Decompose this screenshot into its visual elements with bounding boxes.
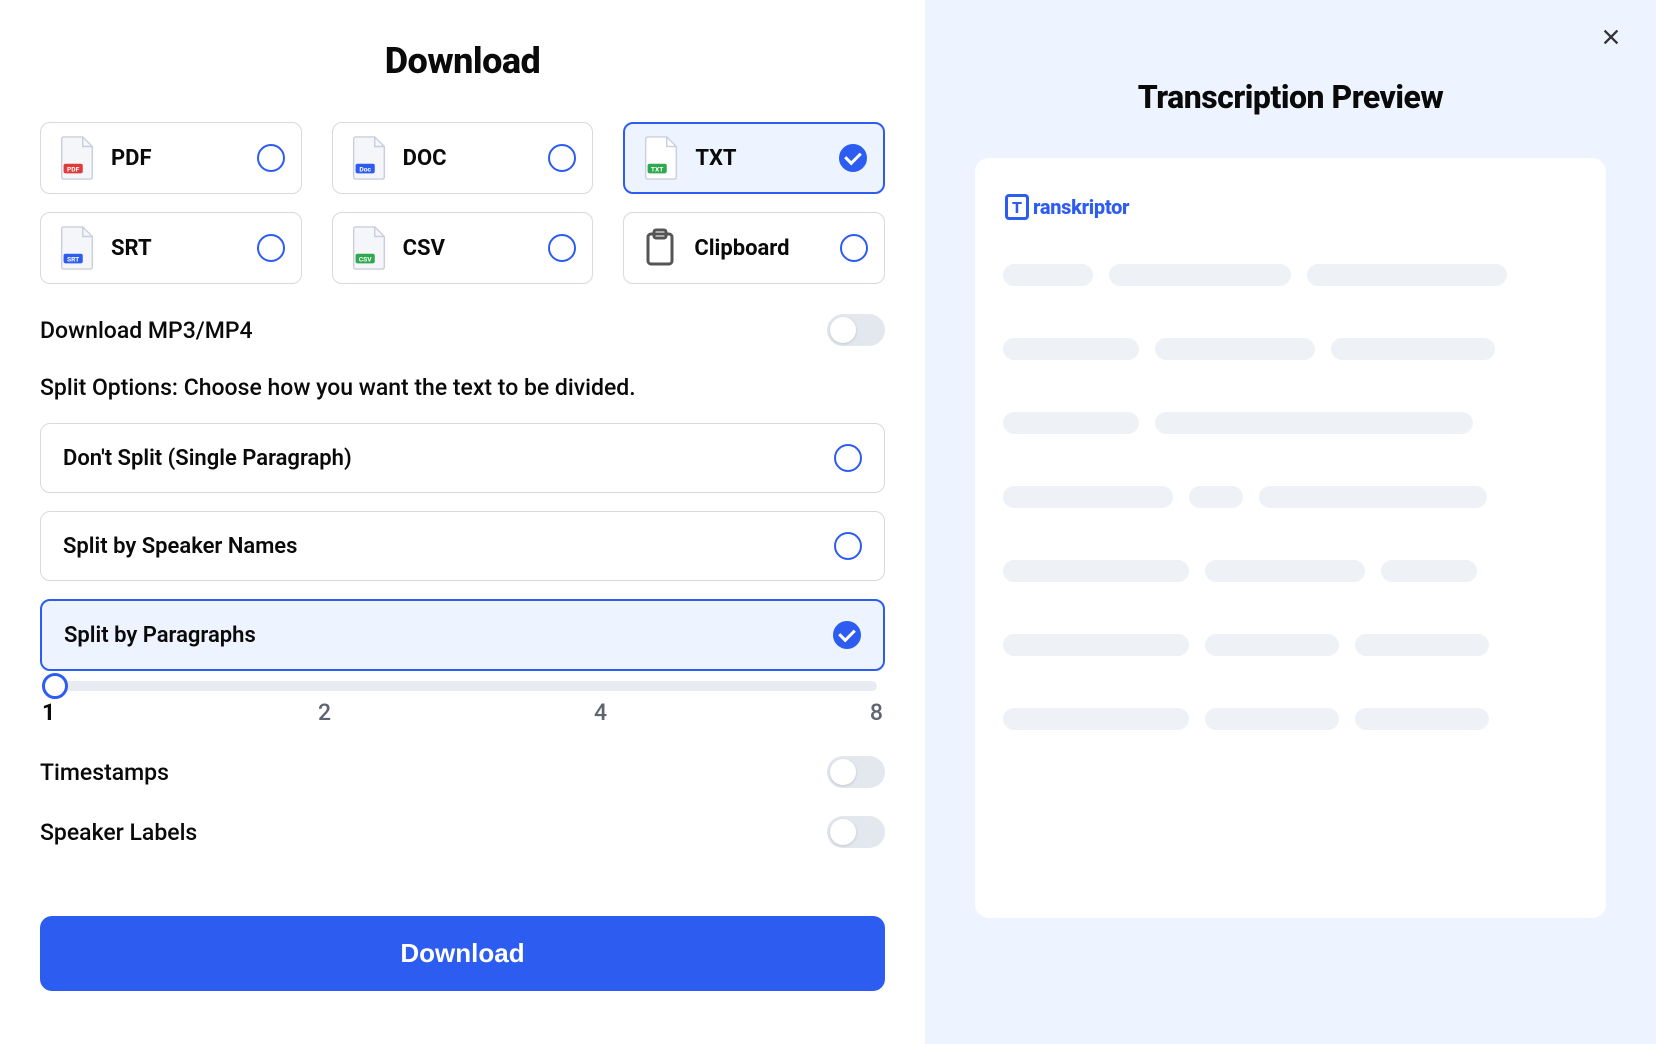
page-title: Download (40, 40, 885, 82)
skeleton-bar (1109, 264, 1291, 286)
svg-text:TXT: TXT (651, 165, 664, 173)
split-option-single[interactable]: Don't Split (Single Paragraph) (40, 423, 885, 493)
skeleton-row (1003, 486, 1578, 508)
skeleton-bar (1155, 412, 1473, 434)
skeleton-bar (1331, 338, 1495, 360)
format-grid: PDF PDF Doc DOC TXT TXT SRT SRT (40, 122, 885, 284)
skeleton-bar (1189, 486, 1243, 508)
skeleton-bar (1003, 264, 1093, 286)
preview-panel: Transcription Preview T ranskriptor (925, 0, 1656, 1044)
download-media-toggle[interactable] (827, 314, 885, 346)
skeleton-preview (1003, 264, 1578, 730)
speaker-labels-row: Speaker Labels (40, 816, 885, 848)
paragraph-slider: 1 2 4 8 (40, 681, 885, 726)
split-option-paragraphs[interactable]: Split by Paragraphs (40, 599, 885, 671)
skeleton-row (1003, 560, 1578, 582)
download-panel: Download PDF PDF Doc DOC TXT TXT (0, 0, 925, 1044)
timestamps-label: Timestamps (40, 759, 169, 786)
skeleton-bar (1381, 560, 1477, 582)
radio-unchecked-icon (834, 532, 862, 560)
svg-text:PDF: PDF (67, 165, 80, 173)
radio-unchecked-icon (548, 144, 576, 172)
skeleton-bar (1003, 708, 1189, 730)
svg-text:Doc: Doc (359, 165, 371, 173)
split-label: Don't Split (Single Paragraph) (63, 446, 352, 471)
format-option-pdf[interactable]: PDF PDF (40, 122, 302, 194)
radio-unchecked-icon (548, 234, 576, 262)
format-label: Clipboard (694, 236, 826, 261)
svg-text:CSV: CSV (358, 255, 371, 263)
skeleton-row (1003, 264, 1578, 286)
skeleton-bar (1205, 634, 1339, 656)
skeleton-bar (1003, 486, 1173, 508)
format-option-csv[interactable]: CSV CSV (332, 212, 594, 284)
split-option-speaker[interactable]: Split by Speaker Names (40, 511, 885, 581)
close-icon (1600, 26, 1622, 52)
brand-initial: T (1005, 194, 1029, 220)
slider-ticks: 1 2 4 8 (40, 699, 885, 726)
speaker-labels-toggle[interactable] (827, 816, 885, 848)
skeleton-bar (1307, 264, 1507, 286)
format-option-doc[interactable]: Doc DOC (332, 122, 594, 194)
split-label: Split by Speaker Names (63, 534, 297, 559)
slider-handle[interactable] (42, 673, 68, 699)
skeleton-bar (1003, 338, 1139, 360)
skeleton-bar (1205, 560, 1365, 582)
radio-unchecked-icon (834, 444, 862, 472)
brand-logo: T ranskriptor (1005, 194, 1578, 220)
radio-checked-icon (833, 621, 861, 649)
download-media-label: Download MP3/MP4 (40, 317, 253, 344)
skeleton-bar (1355, 634, 1489, 656)
skeleton-bar (1205, 708, 1339, 730)
skeleton-bar (1003, 412, 1139, 434)
brand-text: ranskriptor (1033, 195, 1129, 219)
skeleton-bar (1003, 560, 1189, 582)
format-option-clipboard[interactable]: Clipboard (623, 212, 885, 284)
timestamps-toggle[interactable] (827, 756, 885, 788)
split-heading: Split Options: Choose how you want the t… (40, 374, 885, 401)
skeleton-row (1003, 338, 1578, 360)
slider-track[interactable] (48, 681, 877, 691)
file-srt-icon: SRT (57, 225, 97, 271)
radio-unchecked-icon (257, 234, 285, 262)
format-label: TXT (695, 146, 825, 171)
skeleton-bar (1355, 708, 1489, 730)
skeleton-bar (1155, 338, 1315, 360)
format-label: SRT (111, 236, 243, 261)
download-button[interactable]: Download (40, 916, 885, 991)
file-pdf-icon: PDF (57, 135, 97, 181)
slider-tick: 2 (318, 699, 331, 726)
split-label: Split by Paragraphs (64, 623, 256, 648)
clipboard-icon (640, 228, 680, 268)
svg-text:SRT: SRT (67, 255, 80, 263)
format-option-txt[interactable]: TXT TXT (623, 122, 885, 194)
format-label: CSV (403, 236, 535, 261)
skeleton-bar (1259, 486, 1487, 508)
skeleton-row (1003, 412, 1578, 434)
slider-tick: 4 (594, 699, 607, 726)
format-label: PDF (111, 146, 243, 171)
skeleton-row (1003, 634, 1578, 656)
preview-title: Transcription Preview (975, 78, 1606, 116)
file-txt-icon: TXT (641, 135, 681, 181)
file-csv-icon: CSV (349, 225, 389, 271)
radio-unchecked-icon (840, 234, 868, 262)
radio-checked-icon (839, 144, 867, 172)
download-media-row: Download MP3/MP4 (40, 314, 885, 346)
format-label: DOC (403, 146, 535, 171)
format-option-srt[interactable]: SRT SRT (40, 212, 302, 284)
radio-unchecked-icon (257, 144, 285, 172)
file-doc-icon: Doc (349, 135, 389, 181)
close-button[interactable] (1596, 24, 1626, 54)
slider-tick: 1 (42, 699, 55, 726)
skeleton-bar (1003, 634, 1189, 656)
preview-card: T ranskriptor (975, 158, 1606, 918)
slider-tick: 8 (870, 699, 883, 726)
skeleton-row (1003, 708, 1578, 730)
timestamps-row: Timestamps (40, 756, 885, 788)
speaker-labels-label: Speaker Labels (40, 819, 197, 846)
